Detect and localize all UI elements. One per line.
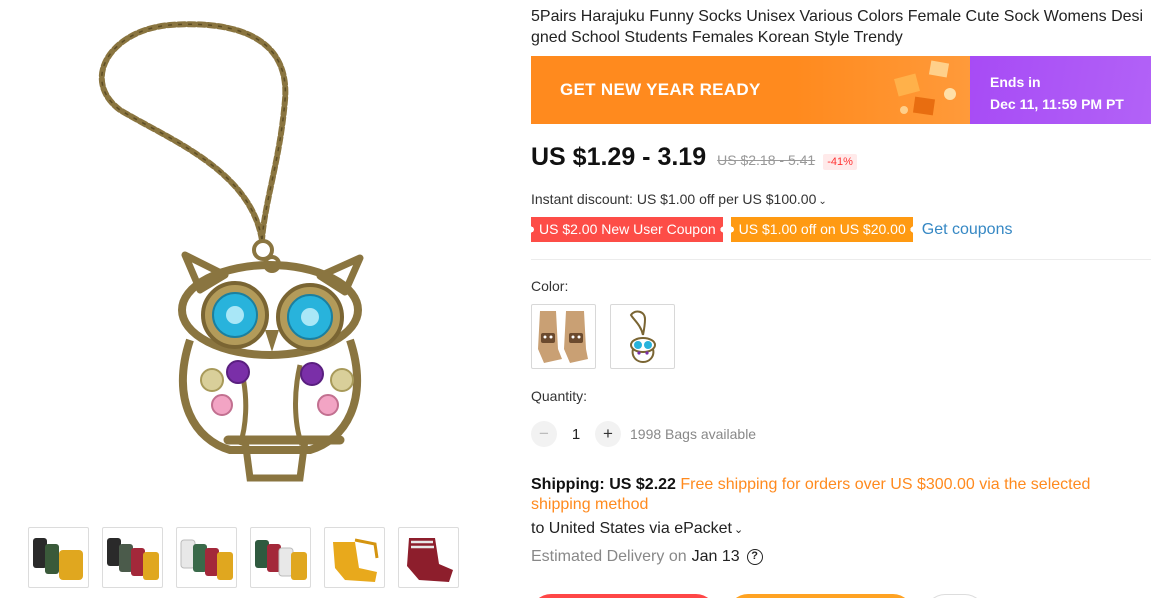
shipping-info: Shipping: US $2.22 Free shipping for ord…: [531, 475, 1111, 515]
new-user-coupon[interactable]: US $2.00 New User Coupon: [531, 217, 724, 242]
get-coupons-link[interactable]: Get coupons: [922, 221, 1013, 239]
thumbnail-socks-white-green[interactable]: [176, 527, 237, 588]
socks-thumbnail-image: [333, 538, 379, 582]
stock-available: 1998 Bags available: [630, 426, 757, 442]
thumbnail-socks-yellow[interactable]: [324, 527, 385, 588]
owl-swatch-image: [629, 310, 656, 364]
original-price: US $2.18 - 5.41: [717, 152, 816, 168]
product-gallery: [0, 0, 500, 598]
socks-thumbnail-image: [33, 538, 83, 580]
divider: [531, 259, 1151, 260]
wishlist-button[interactable]: [925, 594, 985, 598]
promo-ends-label: Ends in: [990, 74, 1041, 90]
quantity-label: Quantity:: [531, 388, 588, 404]
thumbnail-socks-black-red-yellow[interactable]: [102, 527, 163, 588]
question-icon[interactable]: ?: [746, 549, 763, 565]
product-title: 5Pairs Harajuku Funny Socks Unisex Vario…: [531, 8, 1144, 46]
quantity-decrement-button[interactable]: −: [531, 421, 557, 447]
estimated-delivery: Estimated Delivery on Jan 13 ?: [531, 548, 763, 566]
thumbnail-strip: [28, 527, 459, 588]
thumbnail-socks-red[interactable]: [398, 527, 459, 588]
promo-banner-left: GET NEW YEAR READY: [531, 56, 970, 124]
shipping-destination-text: to United States via ePacket: [531, 520, 732, 537]
socks-thumbnail-image: [255, 540, 307, 580]
price-row: US $1.29 - 3.19 US $2.18 - 5.41 -41%: [531, 143, 857, 172]
buy-now-button[interactable]: [531, 594, 716, 598]
store-coupon[interactable]: US $1.00 off on US $20.00: [730, 217, 914, 242]
socks-thumbnail-image: [107, 538, 159, 580]
thumbnail-socks-green-red-yellow[interactable]: [250, 527, 311, 588]
promo-banner[interactable]: GET NEW YEAR READY Ends in Dec 11, 11:59…: [531, 56, 1151, 124]
main-product-image[interactable]: [0, 0, 500, 505]
quantity-increment-button[interactable]: +: [595, 421, 621, 447]
shipping-label: Shipping:: [531, 476, 605, 493]
quantity-stepper: − + 1998 Bags available: [531, 421, 756, 447]
action-buttons: [531, 594, 985, 598]
owl-necklace-image: [98, 21, 364, 482]
current-price: US $1.29 - 3.19: [531, 143, 707, 171]
chevron-down-icon: ⌄: [734, 524, 744, 536]
thumbnail-socks-black-yellow[interactable]: [28, 527, 89, 588]
add-to-cart-button[interactable]: [728, 594, 913, 598]
instant-discount[interactable]: Instant discount: US $1.00 off per US $1…: [531, 191, 827, 207]
color-label: Color:: [531, 278, 569, 294]
color-swatch-socks[interactable]: [531, 304, 596, 369]
instant-discount-text: Instant discount: US $1.00 off per US $1…: [531, 191, 817, 207]
shipping-destination[interactable]: to United States via ePacket ⌄: [531, 520, 743, 538]
color-swatch-owl[interactable]: [610, 304, 675, 369]
quantity-input[interactable]: [557, 425, 595, 443]
color-swatches: [531, 304, 675, 369]
promo-banner-text: GET NEW YEAR READY: [560, 80, 761, 99]
discount-badge: -41%: [823, 154, 857, 170]
socks-thumbnail-image: [180, 539, 233, 580]
socks-swatch-image: [538, 311, 588, 363]
gift-boxes-icon: [894, 60, 956, 116]
promo-countdown: Ends in Dec 11, 11:59 PM PT: [970, 56, 1151, 124]
coupon-row: US $2.00 New User Coupon US $1.00 off on…: [531, 217, 1012, 242]
eta-label: Estimated Delivery on: [531, 548, 687, 565]
shipping-cost: US $2.22: [609, 476, 676, 493]
chevron-down-icon: ⌄: [818, 196, 827, 207]
promo-ends-date: Dec 11, 11:59 PM PT: [990, 96, 1124, 112]
eta-date: Jan 13: [691, 548, 740, 565]
socks-thumbnail-image: [407, 538, 453, 582]
